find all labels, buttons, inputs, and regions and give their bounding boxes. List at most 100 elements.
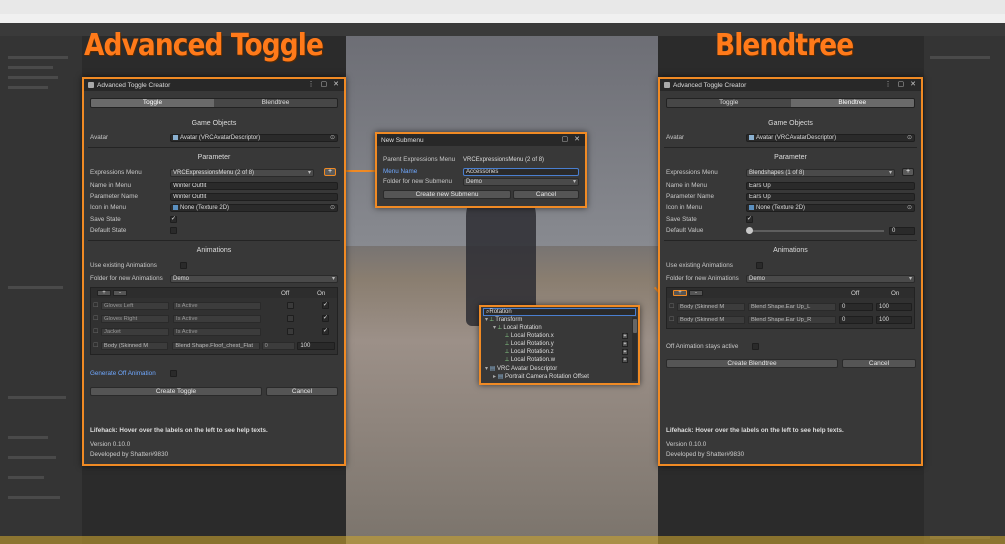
off-checkbox[interactable] xyxy=(287,315,294,322)
tab-blendtree[interactable]: Blendtree xyxy=(214,99,337,107)
hierarchy-panel xyxy=(0,36,82,544)
default-value-slider[interactable] xyxy=(746,226,886,235)
submenu-cancel-button[interactable]: Cancel xyxy=(513,190,579,199)
add-property-button[interactable]: + xyxy=(622,341,628,347)
add-submenu-button[interactable]: + xyxy=(324,168,336,176)
tree-item-portrait-camera[interactable]: ▸ ▤ Portrait Camera Rotation Offset xyxy=(493,373,589,381)
object-cell[interactable]: Gloves Right xyxy=(101,314,169,323)
remove-row-button[interactable]: - xyxy=(113,290,127,296)
off-value-field[interactable]: 0 xyxy=(839,315,873,324)
object-cell[interactable]: Body (Skinned M xyxy=(677,315,745,324)
menu-name-input[interactable]: Accessories xyxy=(463,167,579,176)
add-submenu-button[interactable]: + xyxy=(902,168,914,176)
default-value-label: Default Value xyxy=(666,227,704,234)
on-value-field[interactable]: 100 xyxy=(297,341,335,350)
col-off: Off xyxy=(281,289,290,297)
table-row: ☐ Jacket Is Active ✓ xyxy=(93,327,329,336)
scrollbar-thumb[interactable] xyxy=(633,319,637,333)
parent-menu-label: Parent Expressions Menu xyxy=(383,156,456,163)
off-value-field[interactable]: 0 xyxy=(261,341,296,350)
on-value-field[interactable]: 100 xyxy=(876,315,912,324)
animations-header: Animations xyxy=(196,247,232,254)
object-cell[interactable]: Jacket xyxy=(101,327,169,336)
default-state-checkbox[interactable] xyxy=(170,227,177,234)
parameter-name-input[interactable]: Ears Up xyxy=(746,192,915,201)
add-property-button[interactable]: + xyxy=(622,349,628,355)
add-property-button[interactable]: + xyxy=(622,333,628,339)
off-checkbox[interactable] xyxy=(287,302,294,309)
icon-field[interactable]: None (Texture 2D) ⊙ xyxy=(746,203,915,212)
window-icon xyxy=(88,82,94,88)
new-submenu-window: New Submenu ▢ ✕ Parent Expressions Menu … xyxy=(375,132,587,208)
expressions-menu-label: Expressions Menu xyxy=(90,169,142,176)
window-header: Advanced Toggle Creator ⋮ ▢ ✕ xyxy=(660,79,921,91)
save-state-checkbox[interactable]: ✓ xyxy=(170,216,177,223)
default-value-field[interactable]: 0 xyxy=(889,226,915,235)
create-submenu-button[interactable]: Create new Submenu xyxy=(383,190,511,199)
avatar-field[interactable]: Avatar (VRCAvatarDescriptor) ⊙ xyxy=(746,133,915,142)
parameter-name-input[interactable]: Winter Outfit xyxy=(170,192,338,201)
object-cell[interactable]: Gloves Left xyxy=(101,301,169,310)
name-in-menu-input[interactable]: Winter Outfit xyxy=(170,181,338,190)
table-row: ☐ Gloves Right Is Active ✓ xyxy=(93,314,329,323)
window-title: Advanced Toggle Creator xyxy=(673,81,747,89)
window-controls[interactable]: ▢ ✕ xyxy=(562,135,582,143)
icon-field[interactable]: None (Texture 2D) ⊙ xyxy=(170,203,338,212)
avatar-field[interactable]: Avatar (VRCAvatarDescriptor) ⊙ xyxy=(170,133,338,142)
add-row-button[interactable]: + xyxy=(97,290,111,296)
folder-dropdown[interactable]: Demo xyxy=(746,274,915,283)
expressions-menu-dropdown[interactable]: Blendshapes (1 of 8) xyxy=(746,168,895,177)
tree-item-local-rotation-z[interactable]: ⟂ Local Rotation.z xyxy=(505,348,554,356)
tree-item-local-rotation-y[interactable]: ⟂ Local Rotation.y xyxy=(505,340,554,348)
tab-blendtree[interactable]: Blendtree xyxy=(790,99,914,107)
on-checkbox[interactable]: ✓ xyxy=(322,315,329,322)
tab-toggle[interactable]: Toggle xyxy=(91,99,214,107)
object-cell[interactable]: Body (Skinned M xyxy=(677,302,745,311)
table-row: ☐ Gloves Left Is Active ✓ xyxy=(93,301,329,310)
submenu-folder-dropdown[interactable]: Demo xyxy=(463,177,579,186)
property-cell[interactable]: Blend Shape.Floof_chest_Flat xyxy=(172,341,260,350)
tree-item-transform[interactable]: ▾ ⟂ Transform xyxy=(485,316,522,324)
cancel-button[interactable]: Cancel xyxy=(842,359,916,368)
use-existing-checkbox[interactable] xyxy=(756,262,763,269)
folder-dropdown[interactable]: Demo xyxy=(170,274,338,283)
on-checkbox[interactable]: ✓ xyxy=(322,328,329,335)
save-state-label: Save State xyxy=(666,216,697,223)
use-existing-checkbox[interactable] xyxy=(180,262,187,269)
slider-handle[interactable] xyxy=(746,226,753,234)
cancel-button[interactable]: Cancel xyxy=(266,387,338,396)
window-controls[interactable]: ⋮ ▢ ✕ xyxy=(885,80,918,88)
animation-table: + - Off On ☐ Gloves Left Is Active ✓ ☐ G… xyxy=(90,287,338,355)
tree-item-local-rotation-w[interactable]: ⟂ Local Rotation.w xyxy=(505,356,555,364)
remove-row-button[interactable]: - xyxy=(689,290,703,296)
off-value-field[interactable]: 0 xyxy=(839,302,873,311)
property-cell[interactable]: Blend Shape.Ear Up_R xyxy=(748,315,836,324)
add-property-button[interactable]: + xyxy=(622,357,628,363)
save-state-checkbox[interactable]: ✓ xyxy=(746,216,753,223)
name-in-menu-input[interactable]: Ears Up xyxy=(746,181,915,190)
tree-item-vrc-avatar-descriptor[interactable]: ▾ ▤ VRC Avatar Descriptor xyxy=(485,365,557,373)
tree-item-local-rotation-x[interactable]: ⟂ Local Rotation.x xyxy=(505,332,554,340)
create-toggle-button[interactable]: Create Toggle xyxy=(90,387,262,396)
add-row-button[interactable]: + xyxy=(673,290,687,296)
object-picker-icon: ⊙ xyxy=(329,134,335,141)
property-cell[interactable]: Is Active xyxy=(173,314,261,323)
off-stays-active-checkbox[interactable] xyxy=(752,343,759,350)
property-cell[interactable]: Is Active xyxy=(173,301,261,310)
off-checkbox[interactable] xyxy=(287,328,294,335)
expressions-menu-dropdown[interactable]: VRCExpressionsMenu (2 of 8) xyxy=(170,168,314,177)
on-checkbox[interactable]: ✓ xyxy=(322,302,329,309)
object-cell[interactable]: Body (Skinned M xyxy=(100,341,169,350)
tab-toggle[interactable]: Toggle xyxy=(667,99,791,107)
generate-off-checkbox[interactable] xyxy=(170,370,177,377)
developer-text: Developed by Shatter#9830 xyxy=(666,451,745,458)
on-value-field[interactable]: 100 xyxy=(876,302,912,311)
property-cell[interactable]: Blend Shape.Ear Up_L xyxy=(748,302,836,311)
create-blendtree-button[interactable]: Create Blendtree xyxy=(666,359,838,368)
tree-item-local-rotation[interactable]: ▾ ⟂ Local Rotation xyxy=(493,324,542,332)
col-on: On xyxy=(891,289,900,297)
property-search-input[interactable]: ⌕Rotation xyxy=(483,308,636,316)
window-controls[interactable]: ⋮ ▢ ✕ xyxy=(308,80,341,88)
property-cell[interactable]: Is Active xyxy=(173,327,261,336)
property-picker-popup: ⌕Rotation ▾ ⟂ Transform ▾ ⟂ Local Rotati… xyxy=(479,305,640,385)
